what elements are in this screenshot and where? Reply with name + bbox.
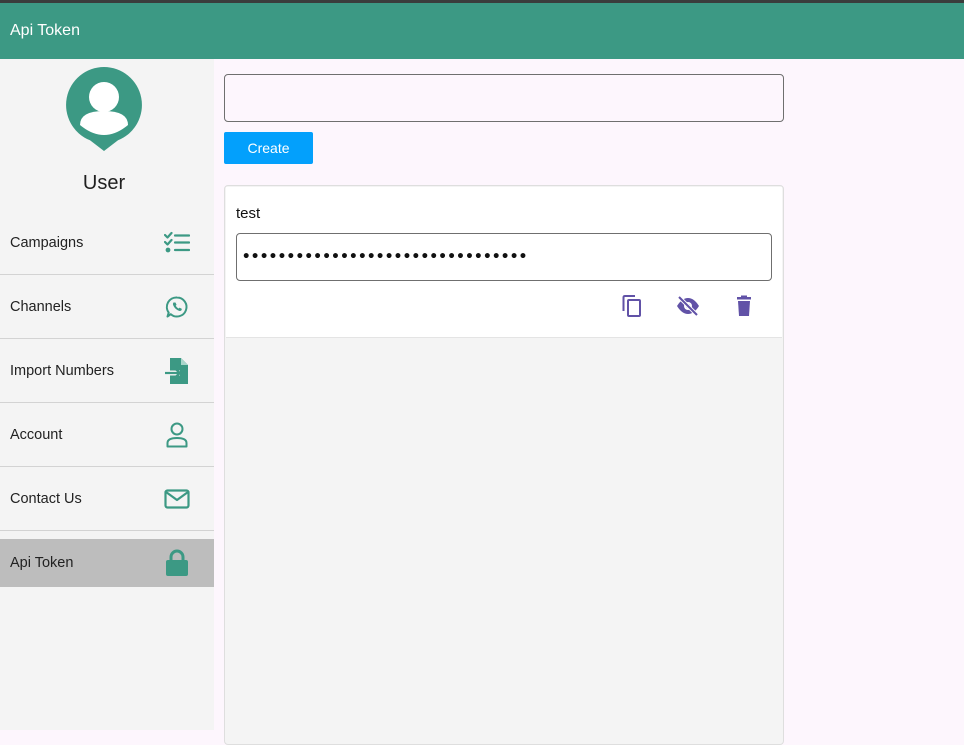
sidebar-item-label: Campaigns [10,235,84,251]
create-button[interactable]: Create [224,132,313,164]
token-name-input[interactable] [224,74,784,122]
user-name: User [82,172,126,194]
visibility-off-icon[interactable] [676,294,700,318]
sidebar-item-label: Channels [10,299,72,315]
lock-icon [164,549,190,576]
token-name: test [236,205,261,222]
file-import-icon [164,358,190,384]
app-bar: Api Token [0,3,964,59]
sidebar-item-campaigns[interactable]: Campaigns [0,219,214,267]
sidebar-item-label: Api Token [10,555,74,571]
checklist-icon [164,230,190,256]
sidebar-item-contact-us[interactable]: Contact Us [0,475,214,523]
divider [0,466,214,467]
person-outline-icon [164,422,190,448]
sidebar-item-label: Contact Us [10,491,82,507]
sidebar-item-channels[interactable]: Channels [0,283,214,331]
sidebar-item-import-numbers[interactable]: Import Numbers [0,347,214,395]
divider [0,530,214,531]
sidebar-item-label: Account [10,427,63,443]
main-content: Create test ••••••••••••••••••••••••••••… [214,59,964,745]
divider [0,274,214,275]
sidebar-item-api-token[interactable]: Api Token [0,539,214,587]
token-card: test •••••••••••••••••••••••••••••••• [226,187,782,338]
whatsapp-icon [164,294,190,320]
app-title: Api Token [10,22,80,39]
copy-icon[interactable] [620,294,644,318]
delete-icon[interactable] [732,294,756,318]
sidebar-item-label: Import Numbers [10,363,114,379]
divider [0,402,214,403]
mail-icon [164,486,190,512]
token-value-field[interactable]: •••••••••••••••••••••••••••••••• [236,233,772,281]
avatar-icon [66,67,142,151]
token-list: test •••••••••••••••••••••••••••••••• [224,185,784,745]
sidebar: User Campaigns Channels Import Numbers A… [0,59,214,730]
sidebar-item-account[interactable]: Account [0,411,214,459]
masked-token-value: •••••••••••••••••••••••••••••••• [242,249,528,265]
divider [0,338,214,339]
